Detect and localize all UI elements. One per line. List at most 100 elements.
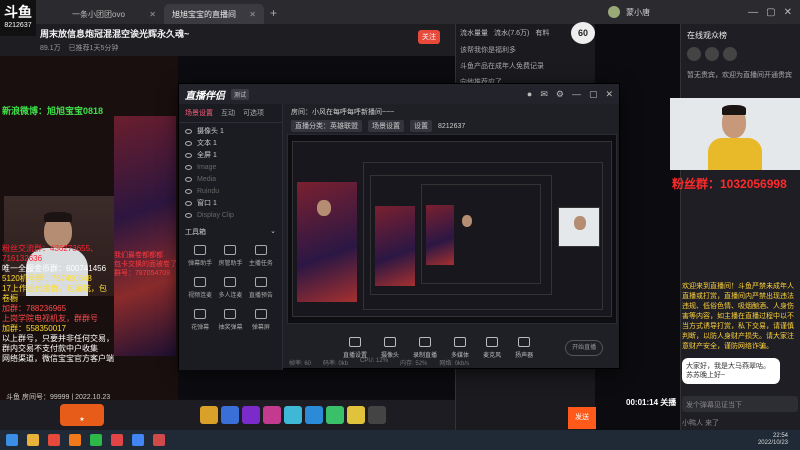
douyu-icon[interactable]	[69, 434, 81, 446]
chrome-icon[interactable]	[132, 434, 144, 446]
eye-icon[interactable]	[185, 200, 192, 206]
close-icon[interactable]: ✕	[605, 89, 613, 100]
speaker-button[interactable]: 扬声器	[515, 337, 533, 359]
camera-button[interactable]: 摄像头	[381, 337, 399, 359]
live-settings-button[interactable]: 直播设置	[343, 337, 367, 359]
username[interactable]: 蒙小唐	[626, 7, 650, 18]
start-icon[interactable]	[6, 434, 18, 446]
mic-button[interactable]: 麦克风	[483, 337, 501, 359]
tool-item[interactable]: 视频连麦	[185, 277, 215, 299]
eye-icon[interactable]	[185, 140, 192, 146]
eye-icon[interactable]	[185, 212, 192, 218]
media-button[interactable]: 多媒体	[451, 337, 469, 359]
tool-label: 直播预告	[248, 293, 273, 299]
mid-tab[interactable]: 流水量量	[460, 28, 488, 38]
gift-button[interactable]: ★	[60, 404, 104, 426]
start-live-button[interactable]: 开始直播	[565, 340, 604, 356]
tool-item[interactable]: 主播任务	[246, 245, 276, 267]
tool-item[interactable]: 弹幕助手	[185, 245, 215, 267]
app-icon[interactable]	[48, 434, 60, 446]
record-button[interactable]: 录制直播	[413, 337, 437, 359]
tool-item[interactable]: 弹幕屏	[246, 309, 276, 331]
skill-icon[interactable]	[305, 406, 323, 424]
skill-icon[interactable]	[347, 406, 365, 424]
eye-icon[interactable]	[185, 128, 192, 134]
maximize-icon[interactable]: ▢	[589, 89, 598, 100]
category-chip[interactable]: 直播分类：英雄联盟	[291, 120, 362, 132]
eye-icon[interactable]	[185, 164, 192, 170]
scene-item[interactable]: 全屏 1	[185, 149, 276, 161]
minimize-icon[interactable]: —	[748, 7, 758, 18]
tool-item[interactable]: 直播预告	[246, 277, 276, 299]
avatar[interactable]	[723, 47, 737, 61]
room-name[interactable]: 房间：小风在每呼每呼新播间~~~	[291, 107, 613, 117]
browser-tab[interactable]: 一条小团团ovo ✕	[64, 4, 164, 24]
nested-window	[370, 175, 552, 295]
eye-icon[interactable]	[185, 176, 192, 182]
scene-item[interactable]: 摄像头 1	[185, 125, 276, 137]
settings-chip[interactable]: 设置	[410, 120, 432, 132]
red-line: 群号：787054709	[114, 270, 171, 277]
chat-area: 欢迎来到直播间！斗鱼严禁未成年人直播或打赏，直播间内严禁出现违法违规、低俗色情、…	[682, 282, 798, 384]
stream-video[interactable]: 新浪微博：旭旭宝宝0818 粉丝交流群：436273655、716132636 …	[0, 56, 178, 400]
skill-icon[interactable]	[221, 406, 239, 424]
close-icon[interactable]: ✕	[149, 10, 156, 19]
scene-item[interactable]: Ruindu	[185, 185, 276, 197]
tool-item[interactable]: 多人连麦	[215, 277, 245, 299]
nested-face	[574, 216, 586, 230]
scene-item[interactable]: 文本 1	[185, 137, 276, 149]
eye-icon[interactable]	[185, 188, 192, 194]
app-icon[interactable]	[153, 434, 165, 446]
tool-item[interactable]: 房管助手	[215, 245, 245, 267]
folder-icon[interactable]	[27, 434, 39, 446]
avatar[interactable]	[687, 47, 701, 61]
maximize-icon[interactable]: ▢	[766, 7, 775, 18]
send-button[interactable]: 发送	[568, 407, 596, 429]
app-icon[interactable]	[111, 434, 123, 446]
settings-icon[interactable]: ⚙	[556, 89, 564, 100]
mid-tab[interactable]: 流水(7.6万)	[494, 28, 529, 38]
follow-button[interactable]: 关注	[418, 30, 440, 44]
stream-preview[interactable]	[287, 134, 617, 324]
scene-label: Ruindu	[197, 187, 220, 195]
tab-label: 旭旭宝宝的直播间	[172, 9, 236, 19]
tab-options[interactable]: 可选项	[243, 108, 264, 118]
message-icon[interactable]: ✉	[540, 89, 548, 100]
app-logo: 直播伴侣	[185, 90, 225, 102]
tool-icon	[194, 245, 207, 255]
scene-item[interactable]: 窗口 1	[185, 197, 276, 209]
eye-icon[interactable]	[185, 152, 192, 158]
tool-item[interactable]: 花弹幕	[185, 309, 215, 331]
room-sub: 89.1万 已推荐1天5分钟	[40, 43, 455, 53]
avatar[interactable]	[705, 47, 719, 61]
minimize-icon[interactable]: —	[572, 89, 581, 100]
skill-icon[interactable]	[326, 406, 344, 424]
tab-scene[interactable]: 场景设置	[185, 108, 213, 118]
mid-tab[interactable]: 有料	[535, 28, 549, 38]
skill-icon[interactable]	[284, 406, 302, 424]
browser-tab-active[interactable]: 旭旭宝宝的直播间 ✕	[164, 4, 264, 24]
avatar[interactable]	[608, 6, 620, 18]
scene-item[interactable]: Media	[185, 173, 276, 185]
rank-avatars	[681, 47, 800, 61]
new-tab-icon[interactable]: +	[264, 6, 283, 24]
chevron-down-icon[interactable]: ⌄	[270, 227, 276, 237]
tab-interact[interactable]: 互动	[221, 108, 235, 118]
scene-item[interactable]: Display Clip	[185, 209, 276, 221]
wechat-icon[interactable]	[90, 434, 102, 446]
close-icon[interactable]: ✕	[784, 7, 792, 18]
app-main: 房间：小风在每呼每呼新播间~~~ 直播分类：英雄联盟 场景设置 设置 82126…	[283, 104, 621, 370]
scene-item[interactable]: Image	[185, 161, 276, 173]
skill-icon[interactable]	[242, 406, 260, 424]
skill-icon[interactable]	[368, 406, 386, 424]
viewer-rank-title[interactable]: 在线观众榜	[681, 24, 800, 47]
skill-icon[interactable]	[263, 406, 281, 424]
tool-item[interactable]: 抽奖弹幕	[215, 309, 245, 331]
user-icon[interactable]: ●	[527, 89, 532, 100]
close-icon[interactable]: ✕	[249, 10, 256, 19]
nested-window	[292, 141, 612, 317]
clock[interactable]: 22:54 2022/10/23	[758, 433, 800, 447]
chat-input[interactable]: 发个弹幕见证当下	[682, 396, 798, 412]
skill-icon[interactable]	[200, 406, 218, 424]
scene-chip[interactable]: 场景设置	[368, 120, 404, 132]
